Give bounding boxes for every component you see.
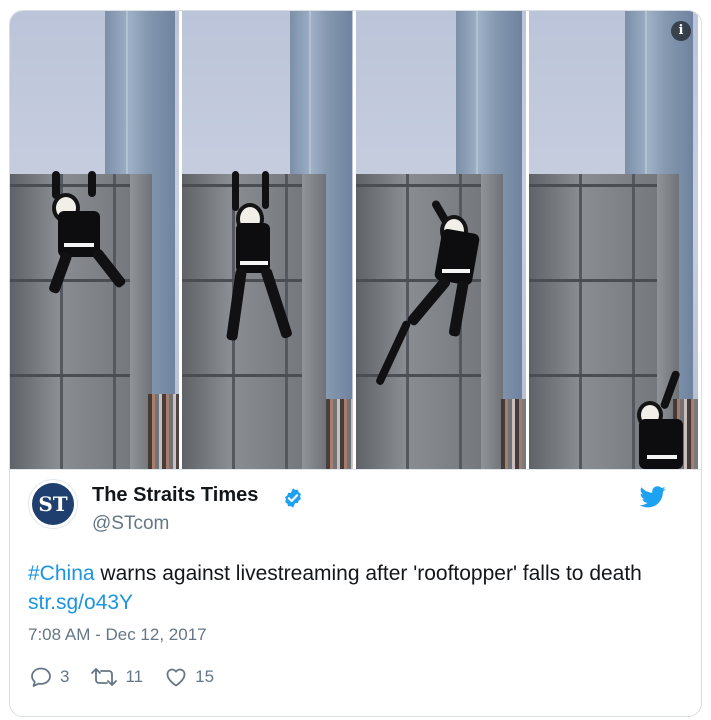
tweet-timestamp[interactable]: 7:08 AM - Dec 12, 2017 [28,625,207,645]
photo-frame-2 [182,11,356,469]
info-icon[interactable]: i [671,21,691,41]
retweet-count: 11 [125,667,144,686]
tweet-card[interactable]: i ST The Straits Times @STcom #China war… [9,10,702,717]
climber-figure [222,171,322,361]
retweet-button[interactable]: 11 [89,665,143,689]
hashtag-link[interactable]: #China [28,562,95,585]
tweet-body: warns against livestreaming after 'rooft… [94,562,642,585]
author-name[interactable]: The Straits Times [92,484,258,507]
like-count: 15 [195,667,215,686]
tweet-actions: 3 11 15 [28,665,234,689]
retweet-icon [91,668,118,686]
reply-button[interactable]: 3 [28,665,69,689]
author-handle[interactable]: @STcom [92,513,169,535]
tweet-text: #China warns against livestreaming after… [28,559,668,617]
article-link[interactable]: str.sg/o43Y [28,591,133,614]
climber-figure [40,171,140,311]
avatar[interactable]: ST [28,479,78,529]
twitter-bird-icon[interactable] [640,486,666,508]
photo-frame-3 [356,11,529,469]
tweet-media[interactable]: i [10,11,701,470]
straits-times-logo: ST [32,483,74,525]
climber-figure [629,369,698,469]
reply-count: 3 [60,667,70,686]
verified-badge-icon [285,488,301,508]
photo-frame-4 [529,11,701,469]
photo-frame-1 [10,11,183,469]
like-button[interactable]: 15 [163,665,214,689]
climber-figure [374,199,506,421]
reply-icon [31,667,51,687]
heart-icon [166,668,186,687]
